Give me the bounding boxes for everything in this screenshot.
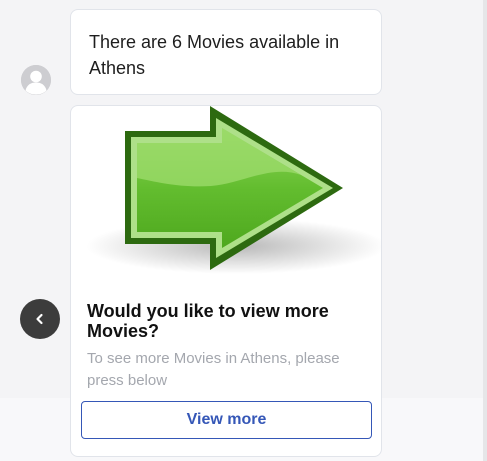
card-title: Would you like to view more Movies? bbox=[87, 301, 329, 341]
card-subtitle: To see more Movies in Athens, please pre… bbox=[87, 350, 340, 389]
chat-message-bubble: There are 6 Movies available in Athens bbox=[70, 9, 382, 95]
user-avatar-icon bbox=[21, 65, 51, 95]
view-more-button[interactable]: View more bbox=[81, 401, 372, 439]
carousel-back-button[interactable] bbox=[20, 299, 60, 339]
chevron-left-icon bbox=[36, 313, 43, 325]
green-right-arrow-icon bbox=[86, 106, 381, 274]
scrollbar-track bbox=[483, 0, 487, 461]
chat-message-text: There are 6 Movies available in Athens bbox=[89, 32, 340, 78]
carousel-card: Would you like to view more Movies? To s… bbox=[70, 105, 382, 457]
